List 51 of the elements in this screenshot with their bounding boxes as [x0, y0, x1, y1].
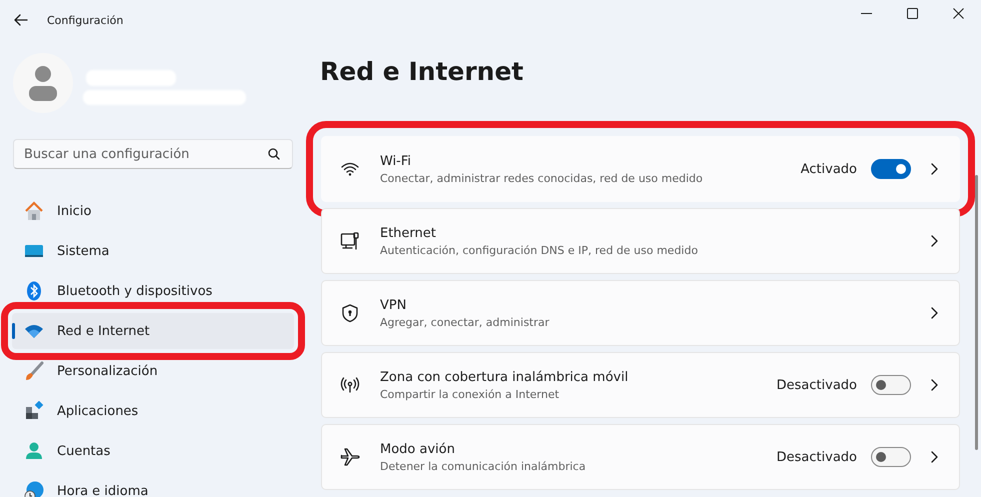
chevron-right-icon: [929, 235, 939, 247]
shield-lock-icon: [340, 303, 360, 323]
page-title: Red e Internet: [320, 56, 525, 88]
back-arrow-icon[interactable]: [13, 12, 29, 28]
card-description: Compartir la conexión a Internet: [380, 388, 560, 400]
card-title: Zona con cobertura inalámbrica móvil: [380, 370, 630, 384]
ethernet-monitor-icon: [340, 231, 360, 251]
card-description: Detener la comunicación inalámbrica: [380, 460, 587, 472]
sidebar-item[interactable]: Aplicaciones: [12, 393, 294, 429]
apps-icon: [24, 401, 44, 421]
card-title: Wi-Fi: [380, 154, 412, 168]
search-icon: [268, 148, 280, 160]
sidebar-item[interactable]: Red e Internet: [12, 313, 294, 349]
sidebar-item[interactable]: Personalización: [12, 353, 294, 389]
person-icon: [24, 441, 44, 461]
toggle-status: Activado: [800, 162, 857, 176]
chevron-right-icon: [929, 379, 939, 391]
card-title: Modo avión: [380, 442, 456, 456]
sidebar-item[interactable]: Bluetooth y dispositivos: [12, 273, 294, 309]
chevron-right-icon: [929, 451, 939, 463]
toggle-switch[interactable]: [871, 375, 911, 395]
house-icon: [24, 201, 44, 221]
toggle-status: Desactivado: [776, 378, 857, 392]
close-icon: [952, 8, 964, 18]
card-description: Agregar, conectar, administrar: [380, 316, 550, 328]
bluetooth-icon: [24, 281, 44, 301]
settings-card[interactable]: Zona con cobertura inalámbrica móvil Compartir la conexión a Internet Desactivado: [321, 352, 960, 418]
card-title: VPN: [380, 298, 408, 312]
globe-clock-icon: [24, 481, 44, 497]
sidebar-item[interactable]: Sistema: [12, 233, 294, 269]
card-title: Ethernet: [380, 226, 437, 240]
broadcast-icon: [340, 375, 360, 395]
airplane-icon: [340, 447, 360, 467]
toggle-switch[interactable]: [871, 447, 911, 467]
paintbrush-icon: [24, 361, 44, 381]
search-field[interactable]: Buscar una configuración: [13, 139, 293, 169]
toggle-switch[interactable]: [871, 159, 911, 179]
toggle-status: Desactivado: [776, 450, 857, 464]
chevron-right-icon: [929, 307, 939, 319]
card-description: Autenticación, configuración DNS e IP, red de uso medido: [380, 244, 699, 256]
sidebar-item[interactable]: Hora e idioma: [12, 473, 294, 497]
sidebar-item[interactable]: Inicio: [12, 193, 294, 229]
scrollbar[interactable]: [975, 175, 978, 450]
card-description: Conectar, administrar redes conocidas, red de uso medido: [380, 172, 704, 184]
maximize-icon: [906, 8, 918, 18]
chevron-right-icon: [929, 163, 939, 175]
settings-card[interactable]: Modo avión Detener la comunicación inalámbrica Desactivado: [321, 424, 960, 490]
window-title: Configuración: [47, 14, 124, 26]
settings-card[interactable]: VPN Agregar, conectar, administrar: [321, 280, 960, 346]
sidebar-item[interactable]: Cuentas: [12, 433, 294, 469]
settings-card[interactable]: Ethernet Autenticación, configuración DNS e IP, red de uso medido: [321, 208, 960, 274]
